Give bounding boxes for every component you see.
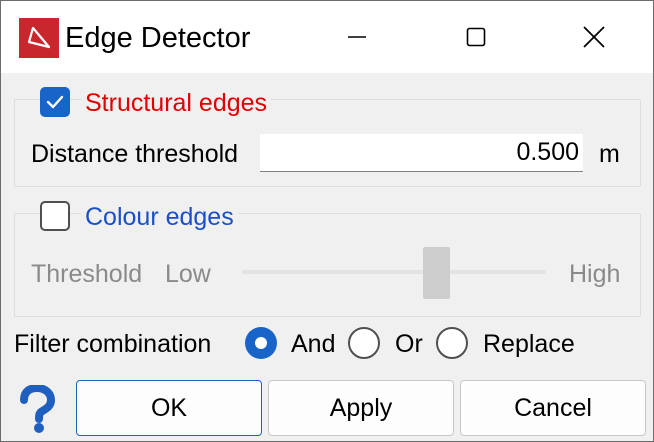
cancel-button[interactable]: Cancel <box>460 380 646 436</box>
distance-threshold-label: Distance threshold <box>31 140 239 168</box>
structural-edges-checkbox[interactable] <box>40 87 70 117</box>
title-bar[interactable]: Edge Detector <box>1 1 653 73</box>
maximize-icon <box>466 27 486 47</box>
colour-edges-label[interactable]: Colour edges <box>81 202 238 232</box>
filter-replace-label[interactable]: Replace <box>483 329 575 359</box>
help-button[interactable] <box>15 383 59 433</box>
minimize-icon <box>348 36 366 38</box>
minimize-button[interactable] <box>298 1 416 73</box>
question-icon <box>20 383 56 433</box>
threshold-high-label: High <box>569 260 621 288</box>
filter-and-radio[interactable] <box>245 327 277 359</box>
close-button[interactable] <box>535 1 653 73</box>
colour-edges-checkbox[interactable] <box>40 201 70 231</box>
filter-and-label[interactable]: And <box>291 329 335 359</box>
structural-edges-label[interactable]: Structural edges <box>81 88 272 118</box>
threshold-slider-thumb[interactable] <box>423 247 450 299</box>
checkmark-icon <box>46 95 64 109</box>
filter-or-label[interactable]: Or <box>395 329 423 359</box>
window-title: Edge Detector <box>65 22 251 54</box>
threshold-low-label: Low <box>165 260 211 288</box>
edge-detector-dialog: Edge Detector Structural edges Distance … <box>0 0 654 442</box>
distance-threshold-input[interactable] <box>260 134 583 172</box>
filter-replace-radio[interactable] <box>436 327 468 359</box>
close-icon <box>583 26 605 48</box>
apply-button[interactable]: Apply <box>268 380 454 436</box>
app-logo-icon <box>19 18 59 58</box>
distance-unit-label: m <box>599 140 620 168</box>
threshold-slider-track[interactable] <box>242 270 546 274</box>
maximize-button[interactable] <box>417 1 535 73</box>
threshold-label: Threshold <box>31 260 143 288</box>
filter-or-radio[interactable] <box>348 327 380 359</box>
ok-button[interactable]: OK <box>76 380 262 436</box>
filter-combination-label: Filter combination <box>14 330 212 358</box>
